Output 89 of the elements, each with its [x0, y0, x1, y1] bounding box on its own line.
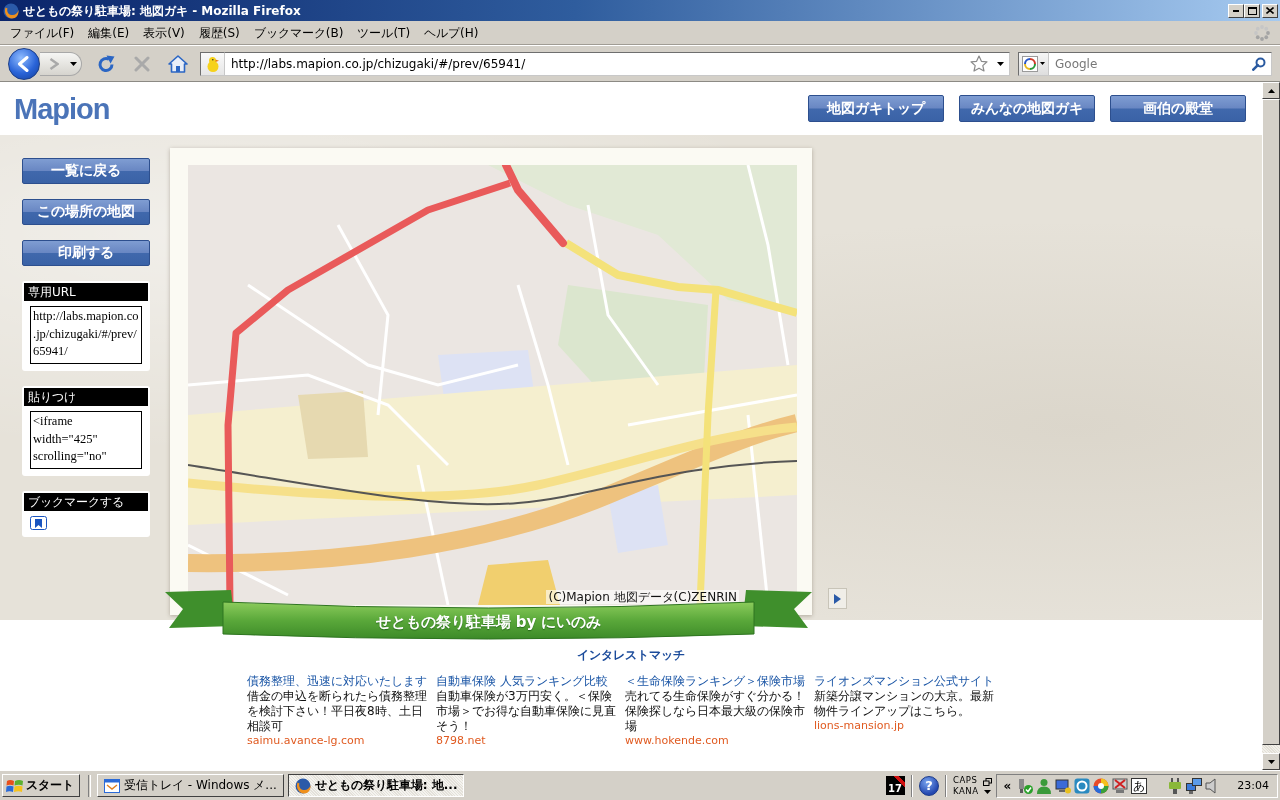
globe-icon [3, 2, 19, 19]
text-field[interactable]: <iframe width="425" scrolling="no" [30, 411, 142, 469]
calendar-date[interactable]: 17 [886, 776, 906, 795]
flag-icon [6, 778, 23, 793]
mapion-logo[interactable]: Mapion [14, 93, 110, 124]
ime-indicator[interactable]: あ [1131, 777, 1148, 794]
menu-item[interactable]: ヘルプ(H) [417, 22, 486, 43]
ad-url-link[interactable]: 8798.net [436, 734, 486, 748]
caret-icon [983, 789, 991, 794]
taskbar-button[interactable]: 受信トレイ - Windows メ... [97, 774, 284, 797]
globe-icon [294, 777, 311, 794]
restore-icon [982, 777, 992, 786]
next-button[interactable] [828, 588, 847, 609]
search-engine-button[interactable] [1018, 51, 1049, 76]
menu-item[interactable]: 編集(E) [81, 22, 137, 43]
caret-icon [997, 61, 1004, 66]
map-copyright: (C)Mapion 地図データ(C)ZENRIN [546, 590, 739, 604]
panel-title: ブックマークする [24, 493, 148, 511]
text-field[interactable]: http://labs.mapion.co.jp/chizugaki/#/prev/65941/ [30, 306, 142, 364]
menu-item[interactable]: 表示(V) [136, 22, 192, 43]
home-icon [168, 54, 188, 73]
ring-icon[interactable] [1074, 777, 1091, 794]
ad-title-link[interactable]: ライオンズマンション公式サイト [814, 674, 994, 689]
taskbar-button[interactable]: せともの祭り駐車場: 地... [287, 774, 465, 797]
start-button[interactable]: スタート [2, 774, 80, 797]
expand-button[interactable]: « [1000, 777, 1015, 794]
ad-description: 売れてる生命保険がすぐ分かる！保険探しなら日本最大級の保険市場 [625, 689, 806, 734]
maximize-button[interactable] [1244, 3, 1260, 18]
search-button[interactable] [1247, 51, 1272, 76]
scroll-up-button[interactable] [1262, 82, 1280, 99]
chick-icon [204, 55, 221, 72]
ad-title-link[interactable]: 自動車保険 人気ランキング比較 [436, 674, 608, 689]
caret-icon [1040, 62, 1045, 65]
minimize-icon [1233, 9, 1239, 12]
segmented-ring-icon [1022, 55, 1038, 72]
menu-item[interactable]: ツール(T) [350, 22, 418, 43]
play-arrow-icon [834, 593, 841, 604]
network-icon[interactable] [1186, 777, 1203, 794]
search-icon [1252, 56, 1266, 71]
close-icon [1266, 7, 1274, 14]
menu-item[interactable]: ブックマーク(B) [246, 22, 351, 43]
sidebar-button[interactable]: この場所の地図 [22, 199, 150, 225]
bookmark-icon[interactable] [30, 516, 47, 530]
nav-button[interactable]: 地図ガキトップ [808, 95, 944, 122]
history-dropdown-button[interactable] [68, 51, 82, 76]
banner-title: せともの祭り駐車場 by にいのみ [375, 613, 602, 633]
sidebar-button[interactable]: 印刷する [22, 240, 150, 266]
ad-title-link[interactable]: ＜生命保険ランキング＞保険市場 [625, 674, 805, 689]
url-field[interactable]: http://labs.mapion.co.jp/chizugaki/#/prev/65941/ [225, 51, 966, 76]
panel-title: 専用URL [24, 283, 148, 301]
ad-description: 借金の申込を断られたら債務整理を検討下さい！平日夜8時、土日相談可 [247, 689, 428, 734]
site-identity-button[interactable] [200, 51, 225, 76]
panel-title: 貼りつけ [24, 388, 148, 406]
clock: 23:04 [1237, 778, 1269, 793]
plug-check-icon[interactable] [1017, 777, 1034, 794]
ad-url-link[interactable]: saimu.avance-lg.com [247, 734, 365, 748]
sidebar-button[interactable]: 一覧に戻る [22, 158, 150, 184]
url-dropdown-button[interactable] [992, 51, 1010, 76]
nav-button[interactable]: みんなの地図ガキ [959, 95, 1095, 122]
keyboard-indicator: KANA [953, 785, 979, 797]
ads-heading[interactable]: インタレストマッチ [577, 647, 685, 663]
ad-description: 自動車保険が3万円安く。＜保険市場＞でお得な自動車保険に見直そう！ [436, 689, 617, 734]
stop-icon [134, 55, 150, 72]
ad-description: 新築分譲マンションの大京。最新物件ラインアップはこちら。 [814, 689, 995, 719]
window-title: せともの祭り駐車場: 地図ガキ - Mozilla Firefox [23, 2, 301, 19]
back-button[interactable] [8, 47, 40, 80]
menu-item[interactable]: 履歴(S) [191, 22, 247, 43]
maximize-icon [1247, 6, 1257, 15]
throbber-icon [1254, 24, 1270, 41]
mail-window-icon [104, 777, 120, 794]
close-button[interactable] [1262, 3, 1278, 18]
ad-title-link[interactable]: 債務整理、迅速に対応いたします [247, 674, 427, 689]
power-plug-icon[interactable] [1167, 777, 1184, 794]
caret-icon [69, 61, 77, 66]
ad-url-link[interactable]: www.hokende.com [625, 734, 729, 748]
scroll-down-button[interactable] [1262, 753, 1280, 770]
ad-url-link[interactable]: lions-mansion.jp [814, 719, 904, 733]
color-wheel-icon[interactable] [1093, 777, 1110, 794]
nav-button[interactable]: 画伯の殿堂 [1110, 95, 1246, 122]
computer-icon[interactable] [1055, 777, 1072, 794]
search-field[interactable]: Google [1049, 51, 1247, 76]
star-icon [970, 55, 988, 72]
menu-item[interactable]: ファイル(F) [3, 22, 82, 43]
monitor-error-icon[interactable] [1112, 777, 1129, 794]
keyboard-indicator: CAPS [953, 774, 978, 786]
down-arrow-icon [1267, 759, 1275, 764]
minimize-button[interactable] [1228, 3, 1244, 18]
up-arrow-icon [1267, 88, 1275, 93]
reload-icon [97, 54, 115, 73]
